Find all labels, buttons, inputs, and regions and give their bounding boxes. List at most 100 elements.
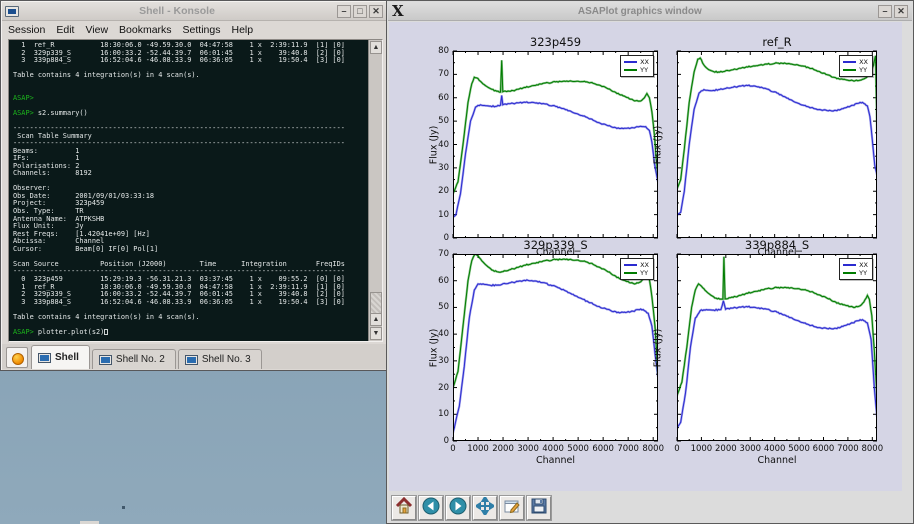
terminal-area[interactable]: 1 ref_R 18:30:06.0 -49.59.30.0 04:47:58 … bbox=[8, 39, 383, 342]
terminal-line: Channels: 8192 bbox=[13, 170, 366, 178]
back-icon bbox=[422, 497, 440, 520]
save-button[interactable] bbox=[527, 496, 551, 520]
close-button[interactable]: ✕ bbox=[369, 5, 383, 18]
legend: XXYY bbox=[620, 55, 654, 77]
mouse-cursor bbox=[122, 506, 125, 509]
terminal-cursor bbox=[104, 329, 108, 335]
y-tick-label: 20 bbox=[426, 383, 449, 393]
y-tick-label: 0 bbox=[426, 233, 449, 243]
plot-toolbar bbox=[389, 493, 901, 523]
scroll-down-icon[interactable]: ▼ bbox=[370, 327, 382, 340]
menu-item-session[interactable]: Session bbox=[8, 24, 45, 36]
x-axis-label: Channel bbox=[677, 455, 877, 466]
plot-title: 339p884_S bbox=[677, 238, 877, 252]
konsole-titlebar[interactable]: Shell - Konsole – □ ✕ bbox=[2, 2, 386, 21]
menu-item-help[interactable]: Help bbox=[232, 24, 254, 36]
menu-item-settings[interactable]: Settings bbox=[183, 24, 221, 36]
terminal-icon bbox=[99, 355, 112, 365]
tab-shell-no-2[interactable]: Shell No. 2 bbox=[92, 349, 176, 369]
legend-entry: XX bbox=[843, 261, 868, 269]
menu-item-view[interactable]: View bbox=[85, 24, 108, 36]
legend-label: YY bbox=[640, 269, 648, 277]
y-tick-label: 10 bbox=[426, 210, 449, 220]
terminal-icon bbox=[185, 355, 198, 365]
legend-label: YY bbox=[859, 66, 867, 74]
x-axis-label: Channel bbox=[453, 455, 658, 466]
plot-axes[interactable] bbox=[677, 51, 877, 238]
plot-title: ref_R bbox=[677, 35, 877, 49]
pan-icon bbox=[476, 497, 494, 520]
terminal-line: ASAP> bbox=[13, 95, 366, 103]
subplot-323p459[interactable]: 323p459ChannelFlux (Jy)01020304050607080… bbox=[453, 51, 658, 238]
y-tick-label: 50 bbox=[426, 302, 449, 312]
y-axis-label: Flux (Jy) bbox=[653, 328, 664, 367]
terminal-scrollbar[interactable]: ▲ ▲ ▼ bbox=[368, 40, 382, 341]
terminal-line: Table contains 4 integration(s) in 4 sca… bbox=[13, 72, 366, 80]
back-button[interactable] bbox=[419, 496, 443, 520]
plot-axes[interactable] bbox=[453, 254, 658, 441]
scroll-up-icon[interactable]: ▲ bbox=[370, 41, 382, 54]
subplot-ref-r[interactable]: ref_RChannelFlux (Jy)XXYY bbox=[677, 51, 877, 238]
plot-title: 329p339_S bbox=[453, 238, 658, 252]
legend-label: XX bbox=[859, 261, 868, 269]
maximize-button[interactable]: □ bbox=[353, 5, 367, 18]
legend-entry: XX bbox=[843, 58, 868, 66]
close-button[interactable]: ✕ bbox=[894, 5, 908, 18]
subplot-339p884-s[interactable]: 339p884_SChannelFlux (Jy)010002000300040… bbox=[677, 254, 877, 441]
scrollbar-thumb[interactable] bbox=[370, 292, 382, 314]
plot-axes[interactable] bbox=[677, 254, 877, 441]
minimize-button[interactable]: – bbox=[878, 5, 892, 18]
y-tick-label: 40 bbox=[426, 329, 449, 339]
konsole-window-title: Shell - Konsole bbox=[19, 5, 335, 17]
menu-item-bookmarks[interactable]: Bookmarks bbox=[119, 24, 172, 36]
legend-label: YY bbox=[859, 269, 867, 277]
legend-entry: YY bbox=[624, 269, 649, 277]
tab-shell[interactable]: Shell bbox=[31, 345, 90, 369]
menu-item-edit[interactable]: Edit bbox=[56, 24, 74, 36]
y-tick-label: 10 bbox=[426, 409, 449, 419]
y-tick-label: 60 bbox=[426, 276, 449, 286]
terminal-icon bbox=[38, 353, 51, 363]
legend-line-sample bbox=[843, 61, 856, 63]
terminal-line bbox=[13, 178, 366, 186]
tab-shell-no-3[interactable]: Shell No. 3 bbox=[178, 349, 262, 369]
konsole-app-icon bbox=[5, 6, 19, 17]
scroll-up2-icon[interactable]: ▲ bbox=[370, 313, 382, 326]
terminal-text: 1 ref_R 18:30:06.0 -49.59.30.0 04:47:58 … bbox=[13, 42, 366, 341]
y-tick-label: 70 bbox=[426, 249, 449, 259]
konsole-window: Shell - Konsole – □ ✕ Session Edit View Boo… bbox=[0, 0, 388, 371]
minimize-button[interactable]: – bbox=[337, 5, 351, 18]
forward-button[interactable] bbox=[446, 496, 470, 520]
new-session-button[interactable] bbox=[6, 347, 28, 368]
configure-subplots-button[interactable] bbox=[500, 496, 524, 520]
legend-label: XX bbox=[640, 58, 649, 66]
terminal-line: ASAP> s2.summary() bbox=[13, 110, 366, 118]
legend-entry: YY bbox=[624, 66, 649, 74]
legend-label: XX bbox=[859, 58, 868, 66]
terminal-line: ASAP> plotter.plot(s2) bbox=[13, 329, 366, 337]
y-tick-label: 20 bbox=[426, 186, 449, 196]
legend: XXYY bbox=[620, 258, 654, 280]
subplot-329p339-s[interactable]: 329p339_SChannelFlux (Jy)010203040506070… bbox=[453, 254, 658, 441]
terminal-line: 3 339p884_S 16:52:04.6 -46.08.33.9 06:36… bbox=[13, 299, 366, 307]
home-icon bbox=[395, 497, 413, 520]
terminal-line bbox=[13, 80, 366, 88]
tab-label: Shell No. 3 bbox=[202, 354, 251, 365]
konsole-tabbar: Shell Shell No. 2 Shell No. 3 bbox=[2, 344, 386, 369]
tab-label: Shell No. 2 bbox=[116, 354, 165, 365]
asaplot-window: X ASAPlot graphics window – ✕ 323p459Cha… bbox=[386, 0, 914, 524]
konsole-menubar: Session Edit View Bookmarks Settings Help bbox=[2, 22, 386, 38]
legend: XXYY bbox=[839, 258, 873, 280]
legend-line-sample bbox=[624, 264, 637, 266]
legend-label: YY bbox=[640, 66, 648, 74]
tab-label: Shell bbox=[55, 352, 79, 363]
pan-button[interactable] bbox=[473, 496, 497, 520]
window-right-margin bbox=[902, 22, 912, 521]
asaplot-window-title: ASAPlot graphics window bbox=[404, 6, 876, 17]
y-tick-label: 40 bbox=[426, 140, 449, 150]
legend: XXYY bbox=[839, 55, 873, 77]
home-button[interactable] bbox=[392, 496, 416, 520]
asaplot-titlebar[interactable]: X ASAPlot graphics window – ✕ bbox=[388, 2, 912, 21]
legend-entry: YY bbox=[843, 269, 868, 277]
plot-axes[interactable] bbox=[453, 51, 658, 238]
